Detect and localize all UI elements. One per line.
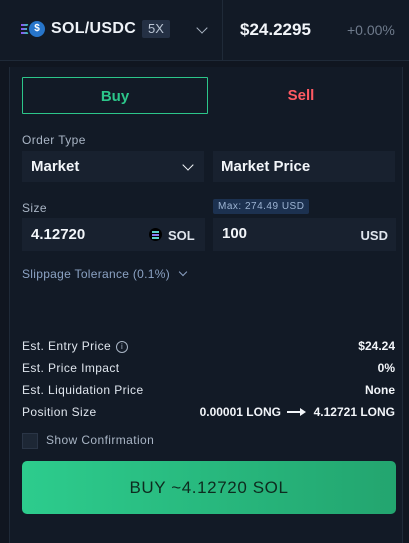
usd-unit: USD (360, 228, 388, 243)
market-price-field: Market Price (213, 151, 395, 182)
info-icon[interactable]: i (116, 341, 129, 353)
position-size-value: 0.00001 LONG 4.12721 LONG (200, 405, 395, 419)
tab-buy[interactable]: Buy (22, 77, 208, 114)
position-size-from: 0.00001 LONG (199, 405, 281, 419)
price-impact-label: Est. Price Impact (22, 361, 120, 375)
usdc-coin-icon: $ (27, 19, 47, 39)
tab-sell[interactable]: Sell (208, 77, 394, 114)
mark-price: $24.2295 (240, 20, 311, 39)
price-impact-value: 0% (377, 361, 395, 375)
arrow-right-icon (287, 407, 307, 417)
order-type-select[interactable]: Market (22, 151, 204, 182)
entry-price-value: $24.24 (358, 339, 395, 353)
pair-label: SOL/USDC (51, 20, 137, 37)
market-selector[interactable]: $ SOL/USDC 5X (0, 0, 223, 60)
solana-logo-icon (149, 228, 162, 241)
size-unit: SOL (168, 228, 195, 243)
size-label: Size (22, 201, 47, 215)
order-type-label: Order Type (22, 133, 86, 147)
leverage-badge: 5X (142, 20, 170, 38)
max-size-badge: Max: 274.49 USD (213, 199, 310, 214)
liquidation-price-value: None (365, 383, 395, 397)
price-change: +0.00% (347, 22, 395, 38)
sol-usdc-pair-icon: $ (21, 19, 47, 41)
entry-price-label-text: Est. Entry Price (22, 339, 112, 353)
market-price-label: Market Price (221, 158, 311, 175)
size-amount: 4.12720 (31, 226, 86, 243)
chevron-down-icon (178, 267, 187, 277)
order-type-value: Market (31, 158, 80, 175)
position-size-label: Position Size (22, 405, 97, 419)
chevron-down-icon (196, 22, 208, 34)
entry-price-label: Est. Entry Price i (22, 339, 129, 353)
chevron-down-icon (182, 159, 194, 171)
liquidation-price-label: Est. Liquidation Price (22, 383, 144, 397)
slippage-label: Slippage Tolerance (0.1%) (22, 267, 171, 281)
position-size-to: 4.12721 LONG (313, 405, 395, 419)
usd-amount: 100 (222, 225, 248, 242)
submit-buy-button[interactable]: BUY ~4.12720 SOL (22, 461, 396, 514)
market-header: $ SOL/USDC 5X $24.2295 +0.00% (0, 0, 409, 61)
usd-amount-input[interactable]: 100 USD (213, 218, 396, 251)
size-input[interactable]: 4.12720 SOL (22, 218, 205, 251)
show-confirmation-label: Show Confirmation (46, 433, 155, 447)
show-confirmation-checkbox[interactable] (22, 433, 38, 449)
trade-panel: Buy Sell Order Type Market Market Price … (9, 67, 403, 543)
slippage-tolerance-toggle[interactable]: Slippage Tolerance (0.1%) (22, 267, 187, 281)
